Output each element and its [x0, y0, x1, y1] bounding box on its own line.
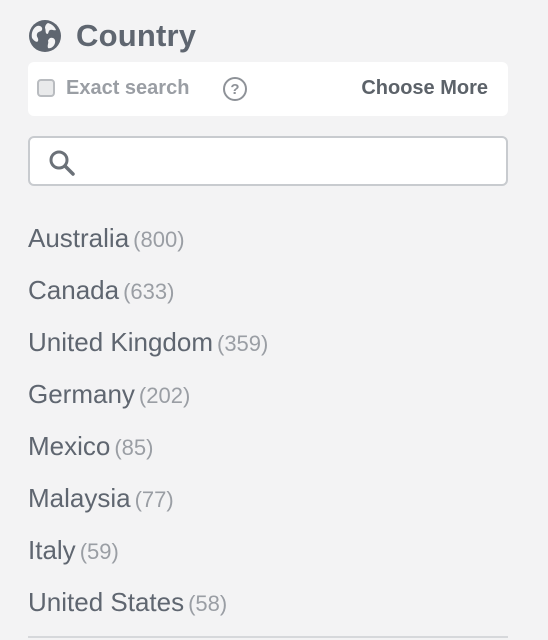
- question-circle-icon[interactable]: ?: [223, 77, 247, 101]
- filter-header: Country: [28, 16, 196, 56]
- country-name: United States: [28, 587, 185, 617]
- country-item[interactable]: Malaysia (77): [28, 476, 508, 528]
- country-count: (202): [138, 383, 191, 408]
- country-item[interactable]: Mexico (85): [28, 424, 508, 476]
- globe-icon: [28, 19, 62, 53]
- filter-title: Country: [76, 18, 197, 53]
- country-count: (800): [133, 227, 185, 252]
- country-name: Italy: [28, 535, 76, 565]
- exact-search-checkbox[interactable]: [37, 79, 55, 97]
- country-count: (85): [114, 435, 154, 460]
- country-list: Australia (800) Canada (633) United Kingdo…: [28, 216, 508, 632]
- country-item[interactable]: United Kingdom (359): [28, 320, 508, 372]
- divider: [28, 636, 508, 638]
- country-name: Germany: [28, 379, 135, 409]
- country-name: Malaysia: [28, 483, 131, 513]
- country-item[interactable]: Australia (800): [28, 216, 508, 268]
- filter-options-bar: Exact search ? Choose More: [28, 62, 508, 116]
- country-count: (58): [188, 591, 228, 616]
- search-box: [28, 136, 508, 186]
- country-filter-panel: Country Exact search ? Choose More Austr…: [0, 0, 548, 640]
- search-input[interactable]: [88, 146, 492, 178]
- country-name: Mexico: [28, 431, 111, 461]
- country-count: (633): [123, 279, 175, 304]
- exact-search-label[interactable]: Exact search: [66, 77, 189, 100]
- country-count: (59): [79, 539, 119, 564]
- country-count: (359): [217, 331, 269, 356]
- country-item[interactable]: Canada (633): [28, 268, 508, 320]
- country-name: United Kingdom: [28, 327, 213, 357]
- country-name: Canada: [28, 275, 120, 305]
- country-item[interactable]: Italy (59): [28, 528, 508, 580]
- search-icon: [48, 149, 76, 177]
- country-item[interactable]: Germany (202): [28, 372, 508, 424]
- choose-more-button[interactable]: Choose More: [361, 77, 488, 100]
- country-name: Australia: [28, 223, 130, 253]
- country-item[interactable]: United States (58): [28, 580, 508, 632]
- country-count: (77): [134, 487, 174, 512]
